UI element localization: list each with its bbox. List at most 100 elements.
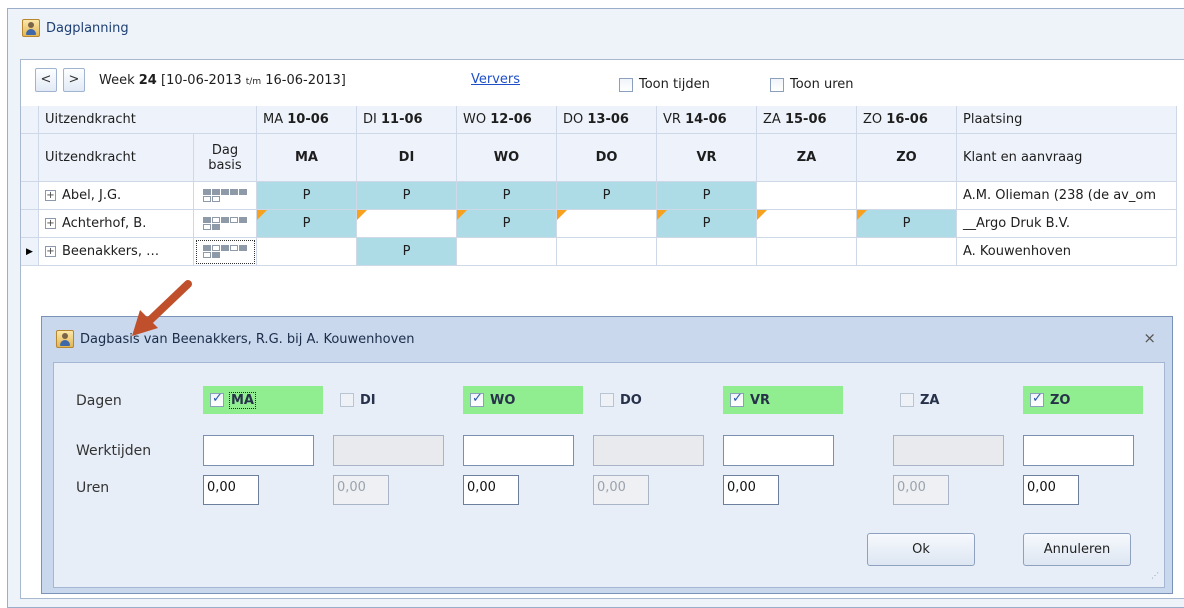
dagbasis-pattern-icon <box>203 245 247 258</box>
col-klant-aanvraag[interactable]: Klant en aanvraag <box>957 134 1177 182</box>
day-cell[interactable] <box>757 210 857 238</box>
werktijden-input-za[interactable] <box>893 435 1004 466</box>
plaatsing-cell[interactable]: A. Kouwenhoven <box>957 238 1177 266</box>
werktijden-input-wo[interactable] <box>463 435 574 466</box>
day-cell[interactable] <box>357 210 457 238</box>
day-cell[interactable] <box>557 210 657 238</box>
day-cell[interactable]: P <box>257 210 357 238</box>
header-day-wo[interactable]: WO 12-06 <box>457 106 557 134</box>
current-row-indicator[interactable]: ▶ <box>21 238 39 266</box>
col-day-di[interactable]: DI <box>357 134 457 182</box>
col-dagbasis[interactable]: Dag basis <box>194 134 257 182</box>
uren-input-do[interactable]: 0,00 <box>593 475 649 505</box>
day-cell[interactable] <box>257 238 357 266</box>
toon-tijden-checkbox[interactable]: Toon tijden <box>619 77 710 92</box>
uren-input-zo[interactable]: 0,00 <box>1023 475 1079 505</box>
day-cell[interactable] <box>757 182 857 210</box>
werktijden-input-di[interactable] <box>333 435 444 466</box>
uren-input-di[interactable]: 0,00 <box>333 475 389 505</box>
expand-icon[interactable]: + <box>45 190 56 201</box>
day-cell[interactable] <box>757 238 857 266</box>
day-cell[interactable]: P <box>657 182 757 210</box>
uren-input-wo[interactable]: 0,00 <box>463 475 519 505</box>
dagbasis-cell[interactable] <box>194 238 257 266</box>
table-row[interactable]: + Achterhof, B. P P P P __Argo Druk B.V. <box>21 210 1177 238</box>
day-cell[interactable]: P <box>457 210 557 238</box>
window-title: Dagplanning <box>46 20 129 36</box>
day-cell[interactable]: P <box>557 182 657 210</box>
day-checkbox-za[interactable]: ZA <box>893 386 1013 414</box>
refresh-link[interactable]: Ververs <box>471 72 520 87</box>
checkbox-box[interactable] <box>210 391 224 407</box>
day-cell[interactable] <box>857 238 957 266</box>
col-day-vr[interactable]: VR <box>657 134 757 182</box>
dagbasis-cell[interactable] <box>194 210 257 238</box>
day-cell[interactable]: P <box>657 210 757 238</box>
day-checkbox-do[interactable]: DO <box>593 386 713 414</box>
row-selector[interactable] <box>21 210 39 238</box>
plaatsing-cell[interactable]: __Argo Druk B.V. <box>957 210 1177 238</box>
row-selector[interactable] <box>21 182 39 210</box>
plaatsing-cell[interactable]: A.M. Olieman (238 (de av_om <box>957 182 1177 210</box>
resize-grip-icon[interactable]: ⋰ <box>1151 572 1161 584</box>
day-checkbox-di[interactable]: DI <box>333 386 453 414</box>
werktijden-input-zo[interactable] <box>1023 435 1134 466</box>
dialog-body: Dagen Werktijden Uren MA DI WO DO VR ZA <box>53 362 1165 588</box>
ok-button[interactable]: Ok <box>867 533 975 566</box>
day-checkbox-wo[interactable]: WO <box>463 386 583 414</box>
col-day-ma[interactable]: MA <box>257 134 357 182</box>
expand-icon[interactable]: + <box>45 246 56 257</box>
day-cell[interactable]: P <box>357 182 457 210</box>
day-checkbox-vr[interactable]: VR <box>723 386 843 414</box>
employee-cell[interactable]: + Beenakkers, … <box>39 238 194 266</box>
checkbox-box[interactable] <box>770 77 784 92</box>
toon-uren-checkbox[interactable]: Toon uren <box>770 77 854 92</box>
header-day-zo[interactable]: ZO 16-06 <box>857 106 957 134</box>
day-label: WO <box>490 392 516 408</box>
werktijden-input-vr[interactable] <box>723 435 834 466</box>
day-checkbox-ma[interactable]: MA <box>203 386 323 414</box>
day-cell[interactable]: P <box>857 210 957 238</box>
checkbox-box[interactable] <box>1030 391 1044 407</box>
next-week-button[interactable]: > <box>63 68 85 92</box>
day-checkbox-zo[interactable]: ZO <box>1023 386 1143 414</box>
uren-input-za[interactable]: 0,00 <box>893 475 949 505</box>
header-day-ma[interactable]: MA 10-06 <box>257 106 357 134</box>
header-day-do[interactable]: DO 13-06 <box>557 106 657 134</box>
table-row[interactable]: ▶ + Beenakkers, … P A. Kouwenhoven <box>21 238 1177 266</box>
checkbox-box[interactable] <box>619 77 633 92</box>
cancel-button[interactable]: Annuleren <box>1023 533 1131 566</box>
col-day-do[interactable]: DO <box>557 134 657 182</box>
header-day-di[interactable]: DI 11-06 <box>357 106 457 134</box>
uren-input-vr[interactable]: 0,00 <box>723 475 779 505</box>
checkbox-box[interactable] <box>600 393 614 407</box>
col-uitzendkracht[interactable]: Uitzendkracht <box>39 134 194 182</box>
col-day-wo[interactable]: WO <box>457 134 557 182</box>
checkbox-box[interactable] <box>470 391 484 407</box>
werktijden-input-ma[interactable] <box>203 435 314 466</box>
checkbox-box[interactable] <box>730 391 744 407</box>
day-cell[interactable]: P <box>257 182 357 210</box>
checkbox-box[interactable] <box>900 393 914 407</box>
day-cell[interactable] <box>657 238 757 266</box>
day-label: ZA <box>920 392 940 408</box>
close-icon[interactable]: ⨯ <box>1143 329 1156 347</box>
day-cell[interactable] <box>457 238 557 266</box>
day-cell[interactable]: P <box>457 182 557 210</box>
dagbasis-cell[interactable] <box>194 182 257 210</box>
table-row[interactable]: + Abel, J.G. P P P P P A.M. Olieman (238… <box>21 182 1177 210</box>
employee-cell[interactable]: + Achterhof, B. <box>39 210 194 238</box>
col-day-za[interactable]: ZA <box>757 134 857 182</box>
employee-cell[interactable]: + Abel, J.G. <box>39 182 194 210</box>
header-day-vr[interactable]: VR 14-06 <box>657 106 757 134</box>
col-day-zo[interactable]: ZO <box>857 134 957 182</box>
header-day-za[interactable]: ZA 15-06 <box>757 106 857 134</box>
day-cell[interactable] <box>857 182 957 210</box>
expand-icon[interactable]: + <box>45 218 56 229</box>
previous-week-button[interactable]: < <box>35 68 57 92</box>
werktijden-input-do[interactable] <box>593 435 704 466</box>
checkbox-box[interactable] <box>340 393 354 407</box>
day-cell[interactable]: P <box>357 238 457 266</box>
day-cell[interactable] <box>557 238 657 266</box>
uren-input-ma[interactable]: 0,00 <box>203 475 259 505</box>
